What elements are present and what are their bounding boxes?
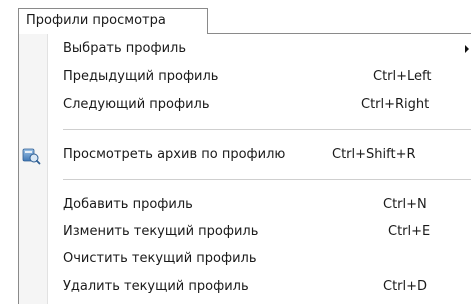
menu-item-select-profile[interactable]: Выбрать профиль [19, 36, 471, 64]
menu-item-shortcut: Ctrl+E [388, 224, 431, 239]
menu-item-view-archive-by-profile[interactable]: Просмотреть архив по профилю Ctrl+Shift+… [19, 142, 471, 170]
archive-view-icon [20, 146, 42, 166]
menu-bar: Профили просмотра [0, 0, 471, 34]
menu-item-label: Предыдущий профиль [63, 69, 219, 84]
menu-profiles-title[interactable]: Профили просмотра [18, 8, 208, 34]
menu-item-label: Очистить текущий профиль [63, 251, 257, 266]
menu-item-delete-current-profile[interactable]: Удалить текущий профиль Ctrl+D [19, 274, 471, 302]
menu-item-clear-current-profile[interactable]: Очистить текущий профиль [19, 246, 471, 274]
submenu-arrow-icon [465, 45, 469, 53]
menu-item-shortcut: Ctrl+N [383, 197, 427, 212]
menu-item-add-profile[interactable]: Добавить профиль Ctrl+N [19, 192, 471, 220]
menu-separator [63, 179, 471, 180]
profiles-dropdown-menu: Выбрать профиль Предыдущий профиль Ctrl+… [18, 33, 471, 304]
menu-item-previous-profile[interactable]: Предыдущий профиль Ctrl+Left [19, 64, 471, 92]
menu-item-shortcut: Ctrl+Right [361, 97, 430, 112]
menu-item-label: Добавить профиль [63, 197, 193, 212]
menu-item-shortcut: Ctrl+Left [373, 69, 432, 84]
menu-item-shortcut: Ctrl+D [383, 279, 428, 294]
screen: Профили просмотра Выбрать профиль Предыд… [0, 0, 471, 304]
menu-separator [63, 129, 471, 130]
menu-item-label: Следующий профиль [63, 97, 210, 112]
menu-item-shortcut: Ctrl+Shift+R [332, 147, 416, 162]
menu-item-edit-current-profile[interactable]: Изменить текущий профиль Ctrl+E [19, 219, 471, 247]
menu-item-label: Просмотреть архив по профилю [63, 147, 286, 162]
menu-item-label: Выбрать профиль [63, 41, 187, 56]
menu-item-label: Удалить текущий профиль [63, 279, 249, 294]
menu-item-next-profile[interactable]: Следующий профиль Ctrl+Right [19, 92, 471, 120]
menu-item-label: Изменить текущий профиль [63, 224, 259, 239]
